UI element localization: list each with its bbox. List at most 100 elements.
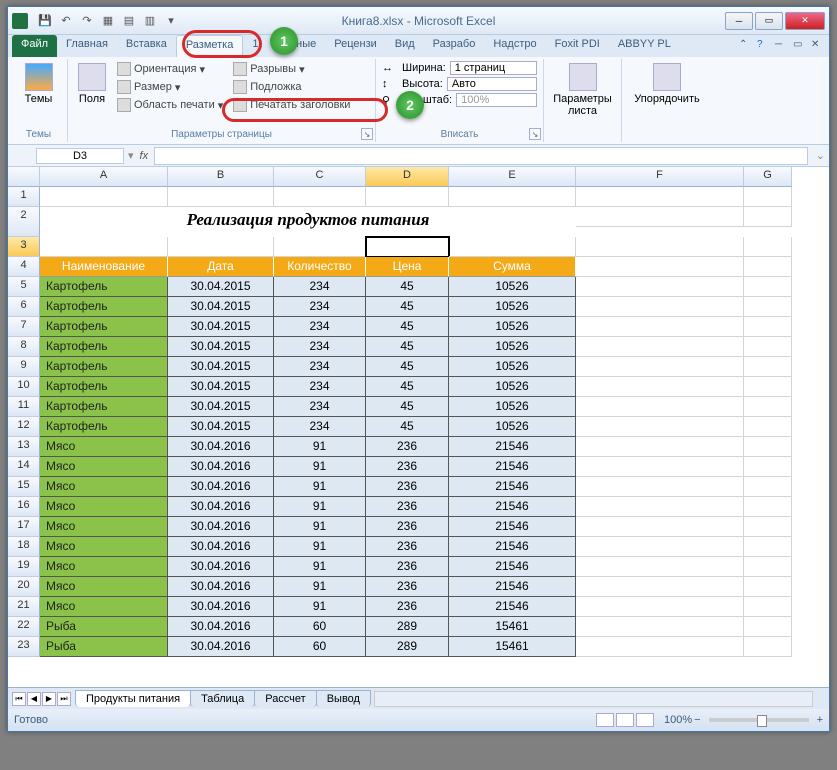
row-header-20[interactable]: 20: [8, 577, 40, 597]
column-header-D[interactable]: D: [366, 167, 449, 187]
cell[interactable]: [744, 357, 792, 377]
tab-nav-first-icon[interactable]: ⏮: [12, 692, 26, 706]
cell[interactable]: [744, 317, 792, 337]
cell[interactable]: [576, 187, 744, 207]
table-header[interactable]: Количество: [274, 257, 366, 277]
cell-price[interactable]: 45: [366, 297, 449, 317]
height-select[interactable]: Авто: [447, 77, 537, 91]
cell-qty[interactable]: 91: [274, 437, 366, 457]
cell-price[interactable]: 236: [366, 557, 449, 577]
cell[interactable]: [576, 377, 744, 397]
cell-price[interactable]: 236: [366, 537, 449, 557]
print-area-button[interactable]: Область печати ▾: [114, 97, 226, 113]
cell[interactable]: [576, 437, 744, 457]
size-button[interactable]: Размер ▾: [114, 79, 226, 95]
sheet-title[interactable]: Реализация продуктов питания: [40, 207, 576, 237]
cell-name[interactable]: Мясо: [40, 537, 168, 557]
cell-date[interactable]: 30.04.2016: [168, 517, 274, 537]
maximize-button[interactable]: ▭: [755, 12, 783, 30]
cell-date[interactable]: 30.04.2016: [168, 437, 274, 457]
row-header-3[interactable]: 3: [8, 237, 40, 257]
tab-Foxit PDI[interactable]: Foxit PDI: [546, 35, 609, 57]
cell-sum[interactable]: 10526: [449, 297, 576, 317]
worksheet-area[interactable]: ABCDEFG 12Реализация продуктов питания34…: [8, 167, 829, 687]
tab-Главная[interactable]: Главная: [57, 35, 117, 57]
cell-sum[interactable]: 15461: [449, 637, 576, 657]
cell[interactable]: [576, 537, 744, 557]
cell-name[interactable]: Картофель: [40, 317, 168, 337]
cell-qty[interactable]: 91: [274, 517, 366, 537]
cell[interactable]: [744, 637, 792, 657]
row-header-4[interactable]: 4: [8, 257, 40, 277]
cell-price[interactable]: 45: [366, 317, 449, 337]
cell-price[interactable]: 236: [366, 597, 449, 617]
cell[interactable]: [744, 207, 792, 227]
cell-date[interactable]: 30.04.2016: [168, 557, 274, 577]
cell-qty[interactable]: 91: [274, 577, 366, 597]
cell-qty[interactable]: 60: [274, 617, 366, 637]
cell-date[interactable]: 30.04.2015: [168, 417, 274, 437]
sheet-tab-Продукты питания[interactable]: Продукты питания: [75, 690, 191, 707]
cell-sum[interactable]: 10526: [449, 377, 576, 397]
qat-button[interactable]: ▦: [99, 12, 117, 30]
cell-price[interactable]: 45: [366, 277, 449, 297]
column-header-G[interactable]: G: [744, 167, 792, 187]
sheet-tab-Вывод[interactable]: Вывод: [316, 690, 371, 707]
cell-name[interactable]: Мясо: [40, 437, 168, 457]
cell-sum[interactable]: 10526: [449, 397, 576, 417]
cell-date[interactable]: 30.04.2016: [168, 577, 274, 597]
select-all-button[interactable]: [8, 167, 40, 187]
view-layout-button[interactable]: [616, 713, 634, 727]
tab-nav-prev-icon[interactable]: ◀: [27, 692, 41, 706]
cell-price[interactable]: 45: [366, 377, 449, 397]
cell-price[interactable]: 45: [366, 337, 449, 357]
cell-date[interactable]: 30.04.2016: [168, 457, 274, 477]
cell-name[interactable]: Картофель: [40, 277, 168, 297]
cell-qty[interactable]: 91: [274, 597, 366, 617]
table-header[interactable]: Сумма: [449, 257, 576, 277]
column-header-B[interactable]: B: [168, 167, 274, 187]
tab-1[interactable]: 1: [243, 35, 267, 57]
orientation-button[interactable]: Ориентация ▾: [114, 61, 226, 77]
cell[interactable]: [366, 187, 449, 207]
cell-price[interactable]: 45: [366, 397, 449, 417]
cell-qty[interactable]: 234: [274, 417, 366, 437]
row-header-2[interactable]: 2: [8, 207, 40, 237]
cell[interactable]: [744, 237, 792, 257]
cell-price[interactable]: 236: [366, 577, 449, 597]
formula-bar-expand-icon[interactable]: ⌄: [812, 149, 829, 162]
zoom-in-button[interactable]: +: [817, 714, 823, 726]
background-button[interactable]: Подложка: [230, 79, 353, 95]
row-header-10[interactable]: 10: [8, 377, 40, 397]
cell[interactable]: [576, 597, 744, 617]
cell-sum[interactable]: 21546: [449, 457, 576, 477]
cell-price[interactable]: 236: [366, 437, 449, 457]
cell[interactable]: [744, 477, 792, 497]
cell-date[interactable]: 30.04.2015: [168, 317, 274, 337]
cell[interactable]: [576, 317, 744, 337]
cell[interactable]: [744, 537, 792, 557]
cell-date[interactable]: 30.04.2016: [168, 477, 274, 497]
cell-qty[interactable]: 234: [274, 337, 366, 357]
breaks-button[interactable]: Разрывы ▾: [230, 61, 353, 77]
column-header-E[interactable]: E: [449, 167, 576, 187]
cell[interactable]: [274, 187, 366, 207]
mdi-min-icon[interactable]: ─: [775, 39, 789, 53]
cell[interactable]: [744, 377, 792, 397]
cell-name[interactable]: Мясо: [40, 557, 168, 577]
cell-date[interactable]: 30.04.2015: [168, 377, 274, 397]
cell-sum[interactable]: 21546: [449, 437, 576, 457]
cell[interactable]: [366, 237, 449, 257]
cell-name[interactable]: Картофель: [40, 337, 168, 357]
horizontal-scrollbar[interactable]: [374, 691, 813, 707]
margins-button[interactable]: Поля: [74, 61, 110, 127]
cell[interactable]: [744, 437, 792, 457]
cell-name[interactable]: Рыба: [40, 637, 168, 657]
cell-sum[interactable]: 21546: [449, 577, 576, 597]
cell[interactable]: [744, 617, 792, 637]
column-header-C[interactable]: C: [274, 167, 366, 187]
cell[interactable]: [576, 237, 744, 257]
row-header-18[interactable]: 18: [8, 537, 40, 557]
cell-price[interactable]: 236: [366, 497, 449, 517]
qat-button[interactable]: ▤: [120, 12, 138, 30]
